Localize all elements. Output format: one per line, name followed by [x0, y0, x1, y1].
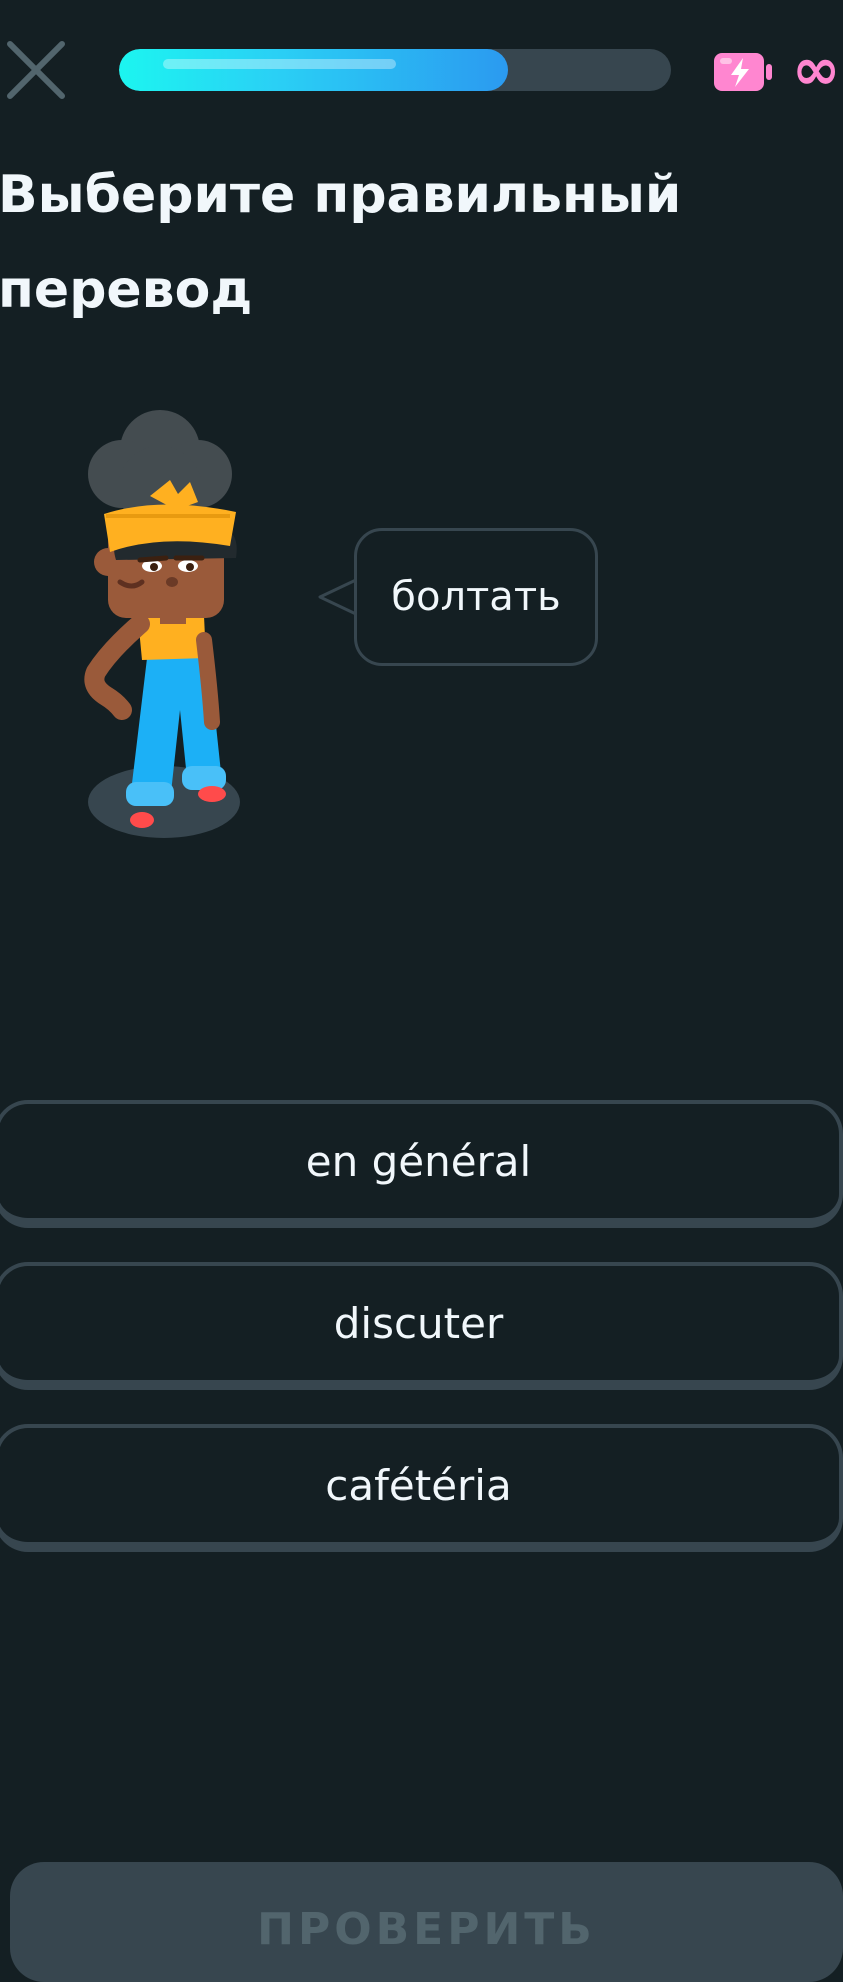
- close-icon: [7, 41, 65, 99]
- check-button-label: ПРОВЕРИТЬ: [257, 1904, 596, 1955]
- speech-bubble[interactable]: болтать: [354, 528, 598, 666]
- page-title: Выберите правильный перевод: [0, 165, 682, 320]
- lesson-progress-bar: [119, 49, 671, 91]
- battery-lightning-icon: [714, 53, 772, 91]
- check-button[interactable]: ПРОВЕРИТЬ: [10, 1862, 843, 1982]
- choice-label: cafétéria: [325, 1460, 512, 1510]
- choice-label: en général: [305, 1136, 532, 1186]
- choice-option-1[interactable]: en général: [0, 1100, 843, 1228]
- lesson-progress-fill: [119, 49, 509, 91]
- choice-option-3[interactable]: cafétéria: [0, 1424, 843, 1552]
- choice-label: discuter: [333, 1298, 504, 1348]
- close-button[interactable]: [4, 38, 68, 102]
- character-illustration: [84, 410, 240, 838]
- speech-word: болтать: [391, 574, 561, 620]
- energy-status[interactable]: ∞: [712, 40, 840, 98]
- choice-option-2[interactable]: discuter: [0, 1262, 843, 1390]
- energy-infinite-value: ∞: [792, 35, 841, 103]
